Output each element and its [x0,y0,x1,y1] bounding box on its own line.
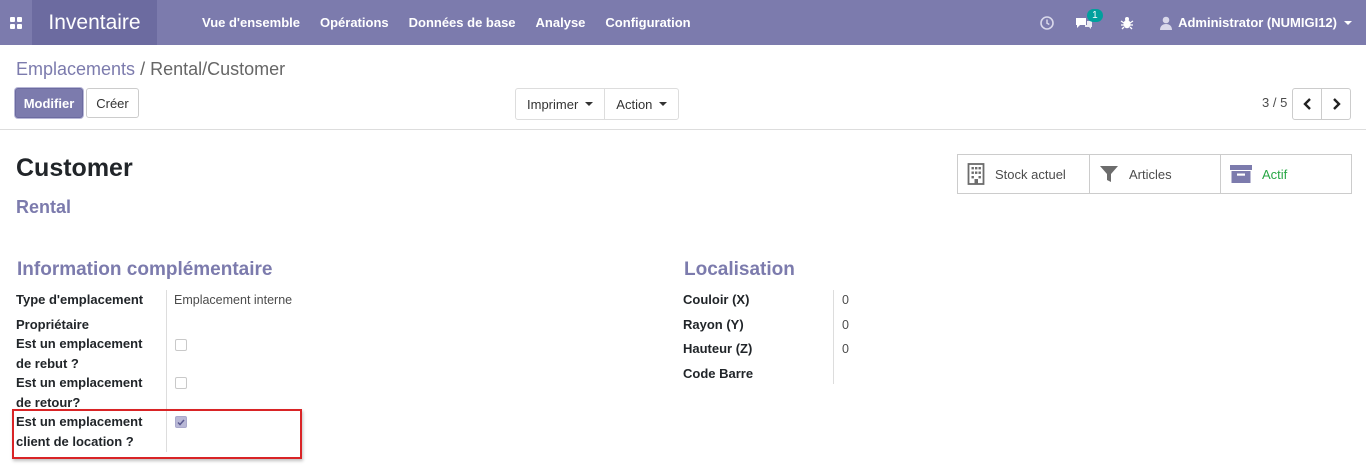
pager-value: 3 / 5 [1262,95,1288,110]
breadcrumb-current: Rental/Customer [150,59,286,79]
record-title: Customer [16,154,133,182]
location-type-value[interactable]: Emplacement interne [174,293,292,307]
main-menu: Vue d'ensemble Opérations Données de bas… [192,0,701,45]
current-stock-label: Stock actuel [995,166,1066,182]
archive-box-icon [1230,164,1252,184]
top-navbar: Inventaire Vue d'ensemble Opérations Don… [0,0,1366,45]
location-type-label: Type d'emplacement [16,292,144,307]
menu-item-configuration[interactable]: Configuration [595,15,700,30]
sidebar-actions: Imprimer Action [515,88,680,120]
print-label: Imprimer [527,96,579,112]
caret-down-icon [1344,20,1352,25]
menu-item-master-data[interactable]: Données de base [399,15,526,30]
caret-down-icon [659,102,668,106]
smart-buttons: Stock actuel Articles Actif [957,154,1352,194]
messages-count-badge: 1 [1087,8,1103,22]
action-dropdown[interactable]: Action [604,89,678,119]
record-parent-location[interactable]: Rental [16,197,71,218]
chevron-right-icon [1332,98,1341,110]
user-menu[interactable]: Administrator (NUMIGI12) [1160,15,1352,30]
debug-bug-icon[interactable] [1120,16,1134,30]
localisation-title: Localisation [684,259,795,280]
chevron-left-icon [1302,98,1311,110]
return-location-label: Est un emplacement de retour? [16,373,142,412]
active-status-label: Actif [1262,166,1288,182]
return-label-line1: Est un emplacement [16,375,143,390]
scrap-location-checkbox[interactable] [175,339,187,351]
activity-clock-icon[interactable] [1040,15,1054,30]
apps-menu-button[interactable] [0,0,32,45]
additional-info-title: Information complémentaire [17,259,273,280]
action-label: Action [616,96,653,112]
app-name[interactable]: Inventaire [32,0,157,45]
pager-buttons [1292,88,1351,120]
shelf-label: Rayon (Y) [683,317,744,332]
barcode-label: Code Barre [683,366,754,381]
shelf-value[interactable]: 0 [842,318,849,332]
user-avatar-icon [1160,16,1173,30]
filter-funnel-icon [1099,164,1119,184]
caret-down-icon [585,102,594,106]
scrap-label-line1: Est un emplacement [16,336,143,351]
apps-grid-icon [10,16,22,29]
archive-toggle-button[interactable]: Actif [1220,155,1351,193]
user-name: Administrator (NUMIGI12) [1178,15,1337,30]
breadcrumb-separator: / [140,59,146,79]
current-stock-button[interactable]: Stock actuel [958,155,1089,193]
scrap-label-line2: de rebut ? [16,355,79,371]
scrap-location-label: Est un emplacement de rebut ? [16,334,142,373]
control-panel-divider [0,129,1366,130]
menu-item-operations[interactable]: Opérations [310,15,399,30]
height-value[interactable]: 0 [842,342,849,356]
owner-label: Propriétaire [16,317,89,332]
articles-label: Articles [1129,166,1172,182]
pager-next-button[interactable] [1321,89,1350,119]
rental-field-highlight [12,409,302,459]
return-location-checkbox[interactable] [175,377,187,389]
building-icon [967,163,985,185]
corridor-value[interactable]: 0 [842,293,849,307]
create-button[interactable]: Créer [86,88,139,118]
print-dropdown[interactable]: Imprimer [516,89,604,119]
articles-button[interactable]: Articles [1089,155,1220,193]
breadcrumb-parent-link[interactable]: Emplacements [16,59,135,79]
height-label: Hauteur (Z) [683,341,753,356]
corridor-label: Couloir (X) [683,292,750,307]
right-group-separator [833,290,834,384]
edit-button[interactable]: Modifier [15,88,83,118]
menu-item-reporting[interactable]: Analyse [526,15,596,30]
systray: 1 Administrator (NUMIGI12) [1022,0,1352,45]
breadcrumb: Emplacements / Rental/Customer [16,59,285,80]
messages-chat-icon[interactable]: 1 [1075,8,1103,30]
pager-previous-button[interactable] [1293,89,1321,119]
menu-item-overview[interactable]: Vue d'ensemble [192,15,310,30]
